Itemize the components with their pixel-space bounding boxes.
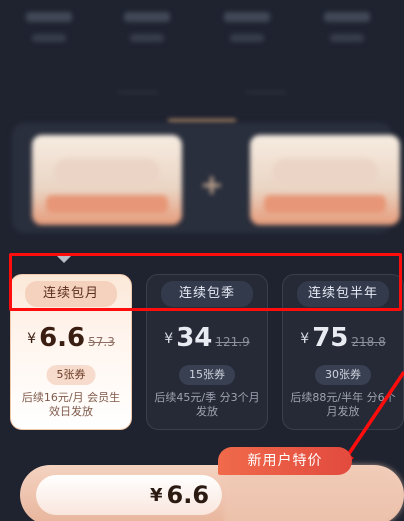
- currency-symbol: ¥: [27, 331, 37, 347]
- renewal-note: 后续16元/月 会员生效日发放: [21, 391, 121, 418]
- plan-price: 34: [176, 323, 213, 353]
- top-benefits-row: [0, 0, 404, 60]
- divider: [118, 92, 158, 93]
- amount-value: 6.6: [166, 481, 210, 509]
- pay-amount: ¥6.6: [150, 481, 209, 509]
- benefit-item: [212, 8, 282, 48]
- plus-icon: +: [200, 168, 224, 201]
- ticket-badge: 5张券: [46, 365, 96, 385]
- original-price: 218.8: [351, 335, 386, 349]
- currency-symbol: ¥: [164, 331, 174, 347]
- ticket-badge: 30张券: [315, 365, 371, 385]
- renewal-note: 后续88元/半年 分6个月发放: [290, 391, 396, 418]
- currency-symbol: ¥: [300, 331, 310, 347]
- original-price: 121.9: [215, 335, 250, 349]
- benefit-item: [112, 8, 182, 48]
- pay-button[interactable]: ¥6.6: [20, 465, 404, 521]
- original-price: 57.3: [88, 335, 115, 349]
- bundle-card: [32, 135, 182, 225]
- divider: [246, 92, 286, 93]
- annotation-highlight-box: [9, 253, 402, 311]
- bundle-card: [250, 135, 400, 225]
- plan-price: 75: [312, 323, 349, 353]
- price-row: ¥34 121.9: [147, 323, 267, 353]
- price-row: ¥6.6 57.3: [11, 323, 131, 353]
- ticket-badge: 15张券: [179, 365, 235, 385]
- price-row: ¥75 218.8: [283, 323, 403, 353]
- plan-price: 6.6: [39, 323, 86, 353]
- new-user-badge: 新用户特价: [218, 447, 352, 475]
- benefit-item: [312, 8, 382, 48]
- benefit-item: [14, 8, 84, 48]
- currency-symbol: ¥: [150, 485, 163, 506]
- renewal-note: 后续45元/季 分3个月发放: [154, 391, 260, 418]
